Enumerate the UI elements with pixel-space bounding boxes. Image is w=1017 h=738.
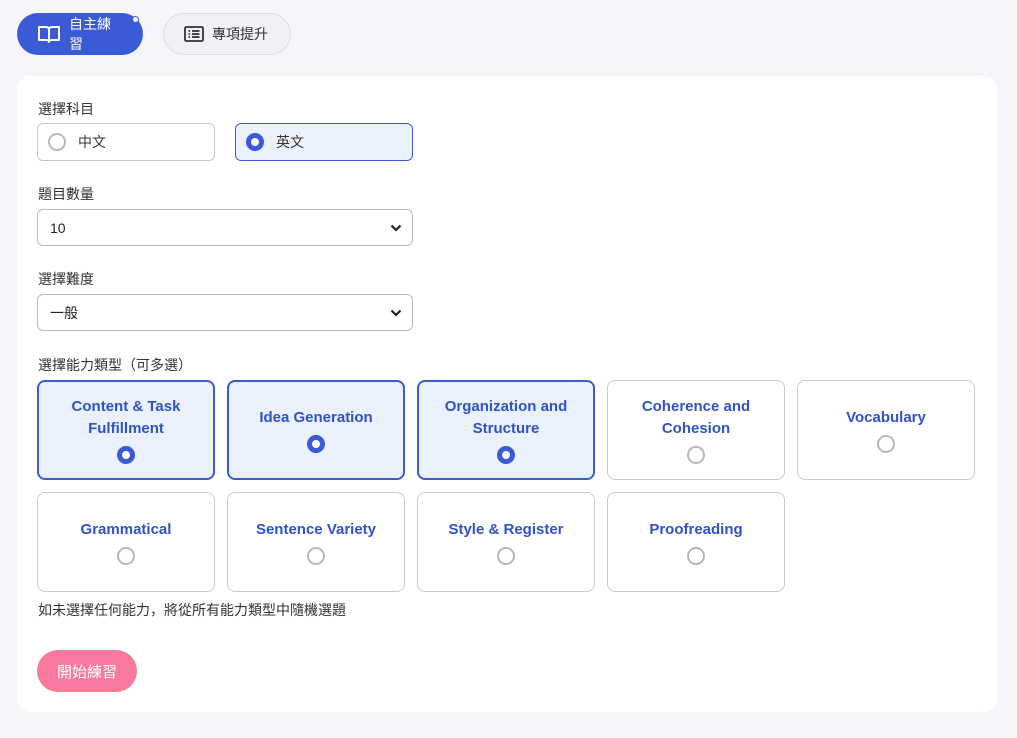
ability-coherence-cohesion[interactable]: Coherence and Cohesion <box>607 380 785 480</box>
radio-icon <box>877 435 895 453</box>
ability-label: Grammatical <box>80 521 172 538</box>
subject-label: 選擇科目 <box>38 101 94 117</box>
ability-vocabulary[interactable]: Vocabulary <box>797 380 975 480</box>
ability-content-task-fulfillment[interactable]: Content & Task Fulfillment <box>37 380 215 480</box>
radio-icon <box>497 547 515 565</box>
ability-hint-text: 如未選擇任何能力，將從所有能力類型中隨機選題 <box>38 602 346 618</box>
mode-tabs: 自主練習 專項提升 <box>17 13 291 55</box>
difficulty-select[interactable]: 一般 <box>37 294 413 331</box>
radio-checked-icon <box>497 446 515 464</box>
tab-self-practice[interactable]: 自主練習 <box>17 13 143 55</box>
question-count-select[interactable]: 10 <box>37 209 413 246</box>
ability-proofreading[interactable]: Proofreading <box>607 492 785 592</box>
ability-grammatical[interactable]: Grammatical <box>37 492 215 592</box>
radio-icon <box>117 547 135 565</box>
question-count-value: 10 <box>50 219 66 236</box>
subject-option-chinese[interactable]: 中文 <box>37 123 215 161</box>
radio-checked-icon <box>246 133 264 151</box>
ability-label: Organization and Structure <box>444 398 568 437</box>
ability-idea-generation[interactable]: Idea Generation <box>227 380 405 480</box>
start-practice-button[interactable]: 開始練習 <box>37 650 137 692</box>
ability-style-register[interactable]: Style & Register <box>417 492 595 592</box>
chevron-down-icon <box>390 309 402 317</box>
ability-label: Idea Generation <box>259 409 373 426</box>
ability-label: Content & Task Fulfillment <box>71 398 181 437</box>
list-icon <box>184 26 204 42</box>
subject-option-label: 英文 <box>276 134 304 150</box>
subject-option-english[interactable]: 英文 <box>235 123 413 161</box>
ability-label: Style & Register <box>448 521 564 538</box>
radio-icon <box>307 547 325 565</box>
ability-organization-structure[interactable]: Organization and Structure <box>417 380 595 480</box>
book-open-icon <box>37 24 61 44</box>
tab-self-practice-label: 自主練習 <box>69 16 111 52</box>
ability-label: Proofreading <box>649 521 743 538</box>
notification-dot <box>132 16 139 23</box>
radio-icon <box>687 446 705 464</box>
tab-focused-improvement-label: 專項提升 <box>212 26 268 42</box>
tab-focused-improvement[interactable]: 專項提升 <box>163 13 291 55</box>
question-count-label: 題目數量 <box>38 186 94 202</box>
ability-label: Vocabulary <box>846 409 926 426</box>
difficulty-value: 一般 <box>50 304 78 321</box>
chevron-down-icon <box>390 224 402 232</box>
ability-label: Coherence and Cohesion <box>641 398 751 437</box>
ability-label: Sentence Variety <box>255 521 377 538</box>
radio-checked-icon <box>117 446 135 464</box>
radio-icon <box>687 547 705 565</box>
difficulty-label: 選擇難度 <box>38 271 94 287</box>
subject-option-label: 中文 <box>78 134 106 150</box>
radio-checked-icon <box>307 435 325 453</box>
ability-type-label: 選擇能力類型（可多選） <box>38 357 192 373</box>
practice-settings-card: 選擇科目 中文 英文 題目數量 10 選擇難度 一般 選擇能力類型（可多選） C… <box>17 76 997 712</box>
ability-sentence-variety[interactable]: Sentence Variety <box>227 492 405 592</box>
radio-icon <box>48 133 66 151</box>
